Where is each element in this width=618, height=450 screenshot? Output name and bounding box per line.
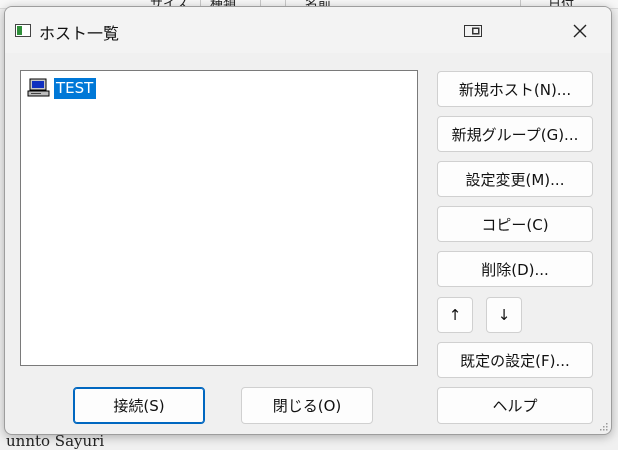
host-list-dialog: ホスト一覧 TEST 新規ホスト(N)... 新規グループ(G)... 設定変更… xyxy=(4,6,612,435)
move-up-button[interactable]: ↑ xyxy=(437,297,473,333)
close-icon xyxy=(573,24,587,38)
delete-button[interactable]: 削除(D)... xyxy=(437,251,593,287)
window-snap-icon[interactable] xyxy=(464,25,482,37)
new-host-button[interactable]: 新規ホスト(N)... xyxy=(437,71,593,107)
copy-button[interactable]: コピー(C) xyxy=(437,206,593,242)
host-list[interactable]: TEST xyxy=(20,70,418,366)
host-name: TEST xyxy=(54,77,97,99)
dialog-title: ホスト一覧 xyxy=(39,24,120,43)
move-down-button[interactable]: ↓ xyxy=(486,297,522,333)
close-button[interactable]: 閉じる(O) xyxy=(241,387,373,424)
connect-button[interactable]: 接続(S) xyxy=(73,387,205,424)
new-group-button[interactable]: 新規グループ(G)... xyxy=(437,116,593,152)
help-button[interactable]: ヘルプ xyxy=(437,387,593,424)
app-icon xyxy=(15,24,31,37)
default-settings-button[interactable]: 既定の設定(F)... xyxy=(437,342,593,378)
close-window-button[interactable] xyxy=(565,17,595,45)
title-bar[interactable]: ホスト一覧 xyxy=(5,7,611,53)
computer-icon xyxy=(27,78,50,97)
change-settings-button[interactable]: 設定変更(M)... xyxy=(437,161,593,197)
resize-grip-icon[interactable] xyxy=(598,421,608,431)
host-list-item[interactable]: TEST xyxy=(27,77,97,99)
